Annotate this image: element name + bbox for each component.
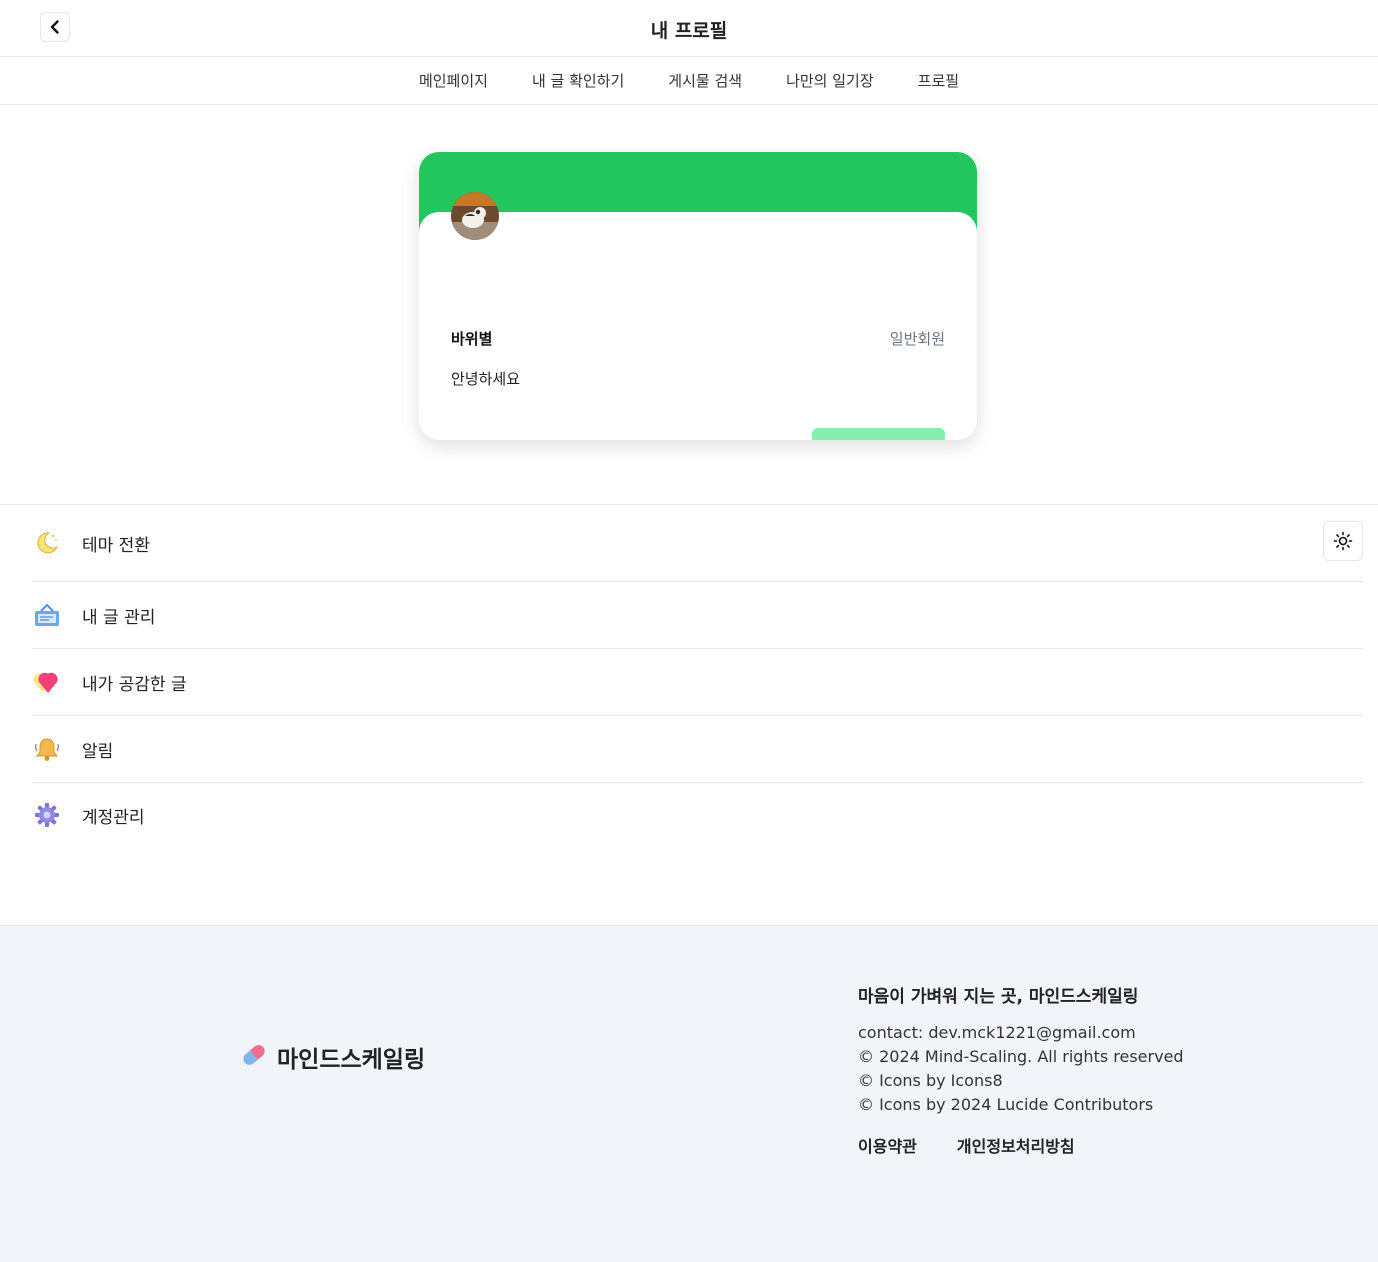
- nav-item-my-posts[interactable]: 내 글 확인하기: [510, 70, 646, 91]
- nav-item-diary[interactable]: 나만의 일기장: [764, 70, 896, 91]
- footer-links: 이용약관 개인정보처리방침: [858, 1133, 1358, 1157]
- footer-brand[interactable]: 마인드스케일링: [239, 1040, 425, 1074]
- edit-intro-button[interactable]: 자기소개 수정: [812, 428, 945, 440]
- pill-icon: [239, 1040, 269, 1074]
- profile-card: 바위별 일반회원 안녕하세요 자기소개 수정: [419, 152, 977, 440]
- top-bar: 내 프로필: [0, 0, 1378, 57]
- menu-label-account: 계정관리: [82, 807, 145, 828]
- bell-icon: [32, 734, 62, 764]
- heart-icon: [32, 667, 62, 697]
- menu-label-my-posts: 내 글 관리: [82, 607, 156, 628]
- menu-item-notifications[interactable]: 알림: [32, 716, 1363, 783]
- footer-copyright: © 2024 Mind-Scaling. All rights reserved: [858, 1047, 1184, 1066]
- theme-toggle-button[interactable]: [1323, 521, 1363, 561]
- main-nav: 메인페이지 내 글 확인하기 게시물 검색 나만의 일기장 프로필: [0, 57, 1378, 105]
- menu-item-account[interactable]: 계정관리: [32, 783, 1363, 847]
- clipboard-icon: [32, 600, 62, 630]
- menu-item-theme[interactable]: 테마 전환: [32, 505, 1363, 582]
- footer-brand-name: 마인드스케일링: [277, 1047, 426, 1073]
- footer-lucide-credit: © Icons by 2024 Lucide Contributors: [858, 1095, 1154, 1114]
- nav-item-profile[interactable]: 프로필: [896, 70, 981, 91]
- member-type-label: 일반회원: [889, 330, 945, 348]
- profile-card-body: 바위별 일반회원 안녕하세요 자기소개 수정: [419, 212, 977, 440]
- nav-item-search[interactable]: 게시물 검색: [646, 70, 764, 91]
- footer-icons-credit: © Icons by Icons8: [858, 1071, 1003, 1090]
- nav-item-main[interactable]: 메인페이지: [397, 70, 510, 91]
- page-title: 내 프로필: [650, 20, 728, 42]
- menu-label-notifications: 알림: [82, 741, 114, 762]
- menu-item-my-posts[interactable]: 내 글 관리: [32, 582, 1363, 649]
- sun-icon: [1333, 531, 1353, 551]
- privacy-policy-link[interactable]: 개인정보처리방침: [957, 1133, 1075, 1157]
- menu-label-liked-posts: 내가 공감한 글: [82, 674, 187, 695]
- moon-icon: [32, 528, 62, 558]
- terms-link[interactable]: 이용약관: [858, 1133, 917, 1157]
- menu-item-liked-posts[interactable]: 내가 공감한 글: [32, 649, 1363, 716]
- footer-info: 마음이 가벼워 지는 곳, 마인드스케일링 contact: dev.mck12…: [858, 982, 1358, 1157]
- footer-contact: contact: dev.mck1221@gmail.com: [858, 1023, 1136, 1042]
- avatar[interactable]: [451, 192, 499, 240]
- footer: 마인드스케일링 마음이 가벼워 지는 곳, 마인드스케일링 contact: d…: [0, 925, 1378, 1262]
- profile-intro: 안녕하세요: [451, 370, 521, 388]
- menu-label-theme: 테마 전환: [82, 535, 150, 556]
- profile-username: 바위별: [451, 330, 493, 348]
- gear-icon: [32, 800, 62, 830]
- footer-tagline: 마음이 가벼워 지는 곳, 마인드스케일링: [858, 987, 1139, 1007]
